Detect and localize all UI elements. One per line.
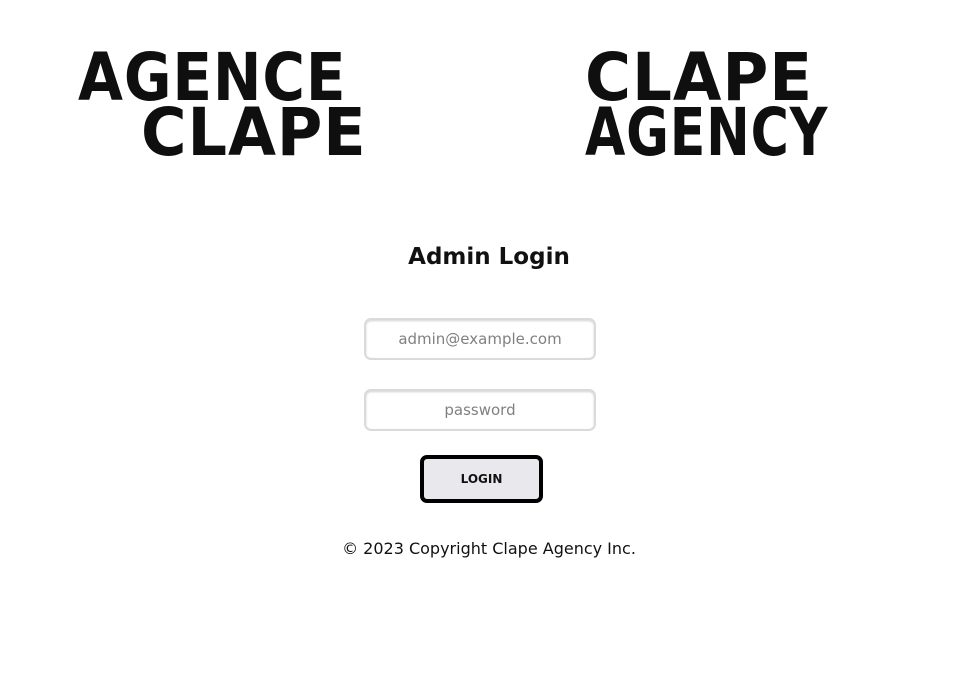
logo-left-line-2: CLAPE [141, 94, 367, 171]
copyright-text: © 2023 Copyright Clape Agency Inc. [342, 539, 636, 558]
logo-right-line-2: AGENCY [585, 94, 829, 171]
page-title: Admin Login [408, 244, 570, 270]
logo-agence-clape: AGENCE CLAPE [78, 45, 378, 171]
password-field[interactable] [364, 389, 596, 431]
logo-clape-agency: CLAPE AGENCY [585, 45, 887, 171]
login-button[interactable]: LOGIN [420, 455, 543, 503]
email-field[interactable] [364, 318, 596, 360]
